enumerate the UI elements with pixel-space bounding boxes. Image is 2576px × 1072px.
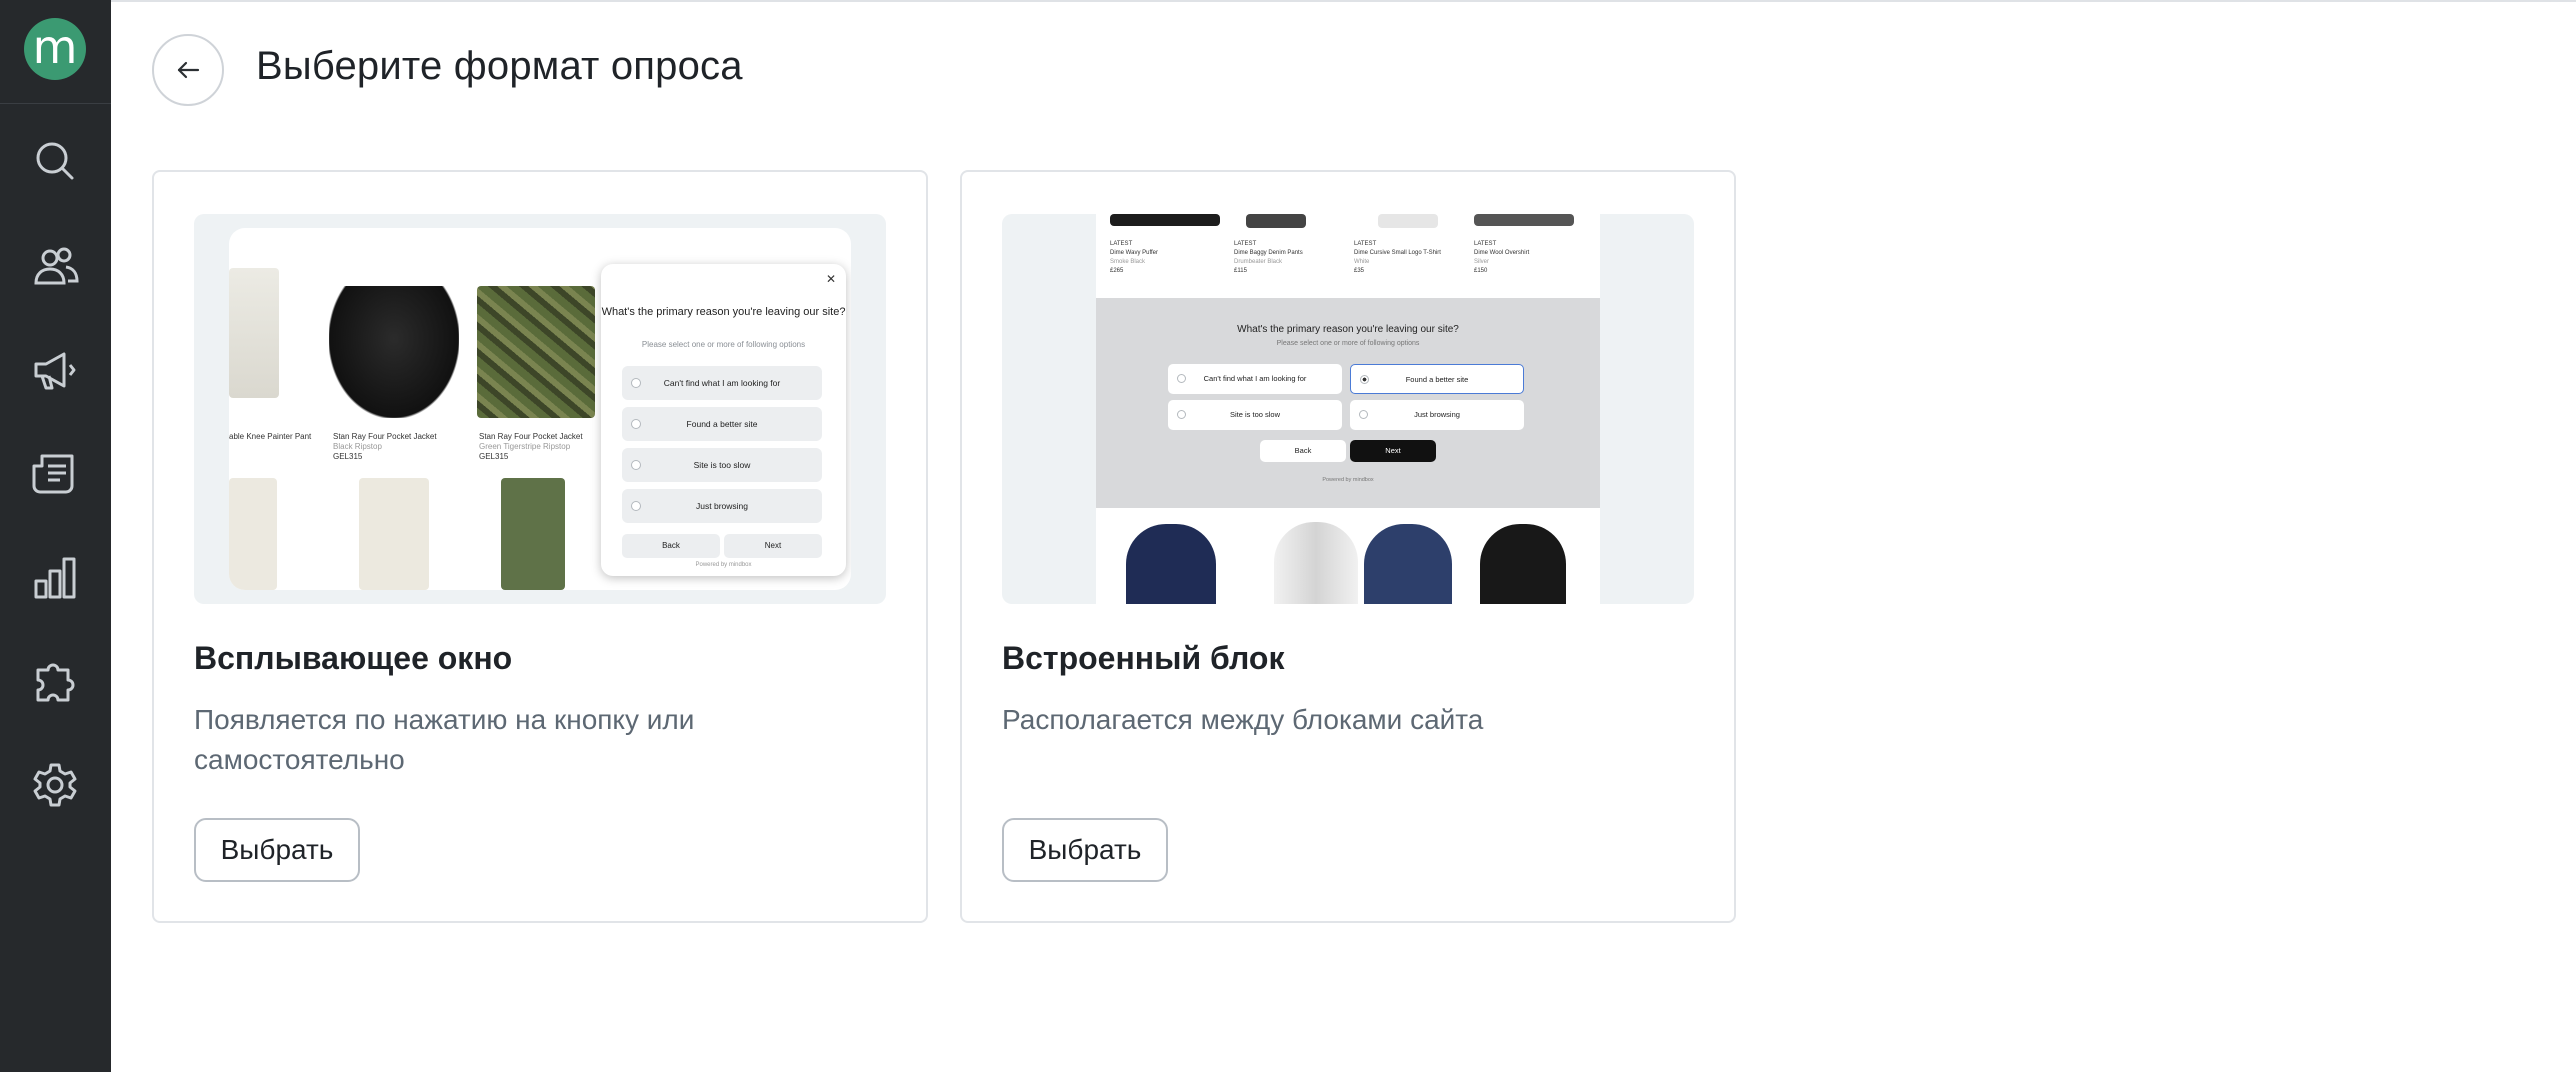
- product-name: able Knee Painter Pant: [229, 432, 312, 441]
- format-card-embedded: LATEST Dime Wavy Puffer Smoke Black £265 LA…: [960, 170, 1736, 923]
- product-image: [359, 478, 429, 590]
- select-popup-button[interactable]: Выбрать: [194, 818, 360, 882]
- survey-question: What's the primary reason you're leaving…: [601, 306, 846, 318]
- radio-icon: [1359, 410, 1368, 419]
- survey-option-selected: Found a better site: [1350, 364, 1524, 394]
- survey-subtitle: Please select one or more of following o…: [1276, 340, 1420, 347]
- card-description: Располагается между блоками сайта: [1002, 704, 1484, 735]
- search-icon[interactable]: [30, 136, 80, 186]
- powered-by: Powered by mindbox: [695, 562, 752, 568]
- survey-back-button: Back: [622, 534, 720, 558]
- logo-area: m: [0, 0, 111, 104]
- product-image: [1246, 214, 1306, 228]
- product-image: [1364, 524, 1452, 604]
- survey-option: Just browsing: [1350, 400, 1524, 430]
- radio-selected-icon: [1360, 375, 1369, 384]
- arrow-left-icon: [177, 61, 200, 79]
- product-image: [1126, 524, 1216, 604]
- survey-next-button: Next: [724, 534, 822, 558]
- app-logo[interactable]: m: [24, 18, 86, 80]
- product-info: LATEST Dime Baggy Denim Pants Drumbeater B…: [1234, 241, 1303, 274]
- product-image: [1110, 214, 1220, 226]
- radio-icon: [1177, 410, 1186, 419]
- survey-next-button: Next: [1350, 440, 1436, 462]
- product-image: [477, 286, 595, 418]
- product-image: [1474, 214, 1574, 226]
- survey-option: Can't find what I am looking for: [1168, 364, 1342, 394]
- product-info: LATEST Dime Wool Overshirt Silver £150: [1474, 241, 1530, 274]
- product-image: [1480, 524, 1566, 604]
- card-title: Встроенный блок: [1002, 640, 1285, 676]
- product-image: [501, 478, 565, 590]
- survey-subtitle: Please select one or more of following o…: [641, 340, 806, 349]
- survey-option: Just browsing: [622, 489, 822, 523]
- powered-by: Powered by mindbox: [1322, 477, 1374, 483]
- product-image: [1378, 214, 1438, 228]
- card-description: Появляется по нажатию на кнопку или само…: [194, 704, 695, 775]
- survey-question: What's the primary reason you're leaving…: [1237, 324, 1459, 335]
- radio-icon: [631, 460, 641, 470]
- survey-back-button: Back: [1260, 440, 1346, 462]
- mock-site: LATEST Dime Wavy Puffer Smoke Black £265 LA…: [1096, 214, 1600, 604]
- product-image: [229, 268, 279, 398]
- select-embedded-button[interactable]: Выбрать: [1002, 818, 1168, 882]
- card-title: Всплывающее окно: [194, 640, 513, 676]
- page-title: Выберите формат опроса: [256, 44, 743, 88]
- survey-option: Found a better site: [622, 407, 822, 441]
- survey-option: Can't find what I am looking for: [622, 366, 822, 400]
- product-name: Stan Ray Four Pocket Jacket: [333, 432, 437, 441]
- sidebar: m: [0, 0, 111, 1072]
- embedded-preview-image: LATEST Dime Wavy Puffer Smoke Black £265 LA…: [1002, 214, 1694, 604]
- gear-icon[interactable]: [30, 760, 80, 810]
- puzzle-icon[interactable]: [30, 656, 80, 706]
- close-icon: ✕: [825, 272, 836, 286]
- back-button[interactable]: [152, 34, 224, 106]
- product-name: Stan Ray Four Pocket Jacket: [479, 432, 583, 441]
- product-image: [1274, 522, 1358, 604]
- mock-site: able Knee Painter Pant Stan Ray Four Poc…: [229, 228, 851, 590]
- megaphone-icon[interactable]: [30, 345, 80, 395]
- document-list-icon[interactable]: [30, 448, 80, 498]
- product-price: GEL315: [479, 452, 509, 461]
- product-image: [329, 286, 459, 418]
- survey-option: Site is too slow: [622, 448, 822, 482]
- product-variant: Green Tigerstripe Ripstop: [479, 442, 571, 451]
- product-info: LATEST Dime Cursive Small Logo T-Shirt Whi…: [1354, 241, 1441, 274]
- popup-preview-image: able Knee Painter Pant Stan Ray Four Poc…: [194, 214, 886, 604]
- users-icon[interactable]: [30, 241, 80, 291]
- radio-icon: [631, 419, 641, 429]
- radio-icon: [631, 378, 641, 388]
- radio-icon: [1177, 374, 1186, 383]
- main-content: Выберите формат опроса able Knee Painter…: [111, 0, 2576, 1072]
- product-variant: Black Ripstop: [333, 442, 382, 451]
- product-image: [229, 478, 277, 590]
- format-card-popup: able Knee Painter Pant Stan Ray Four Poc…: [152, 170, 928, 923]
- survey-option: Site is too slow: [1168, 400, 1342, 430]
- product-info: LATEST Dime Wavy Puffer Smoke Black £265: [1110, 241, 1159, 274]
- survey-popup-mock: ✕ What's the primary reason you're leavi…: [601, 264, 846, 576]
- radio-icon: [631, 501, 641, 511]
- bar-chart-icon[interactable]: [30, 553, 80, 603]
- product-price: GEL315: [333, 452, 363, 461]
